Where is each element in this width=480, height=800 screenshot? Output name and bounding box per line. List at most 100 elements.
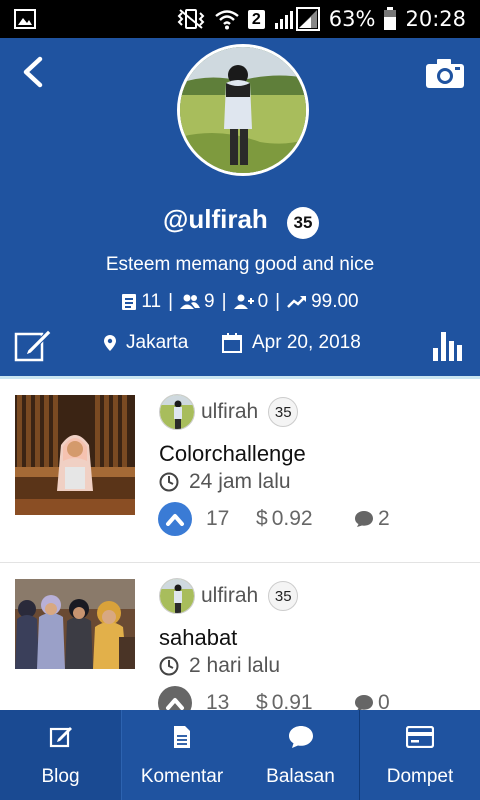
post-title[interactable]: sahabat [159, 625, 237, 651]
payout[interactable]: $ 0.92 [256, 507, 354, 531]
document-icon [174, 726, 190, 748]
profile-stats: 11 | 9 | 0 | 99.00 [0, 291, 480, 313]
comment-count: 0 [378, 691, 390, 710]
post-card[interactable]: ulfirah 35 sahabat 2 hari lalu 13 $ 0.91… [0, 563, 480, 710]
edit-profile-icon[interactable] [14, 328, 52, 362]
author-avatar[interactable] [159, 578, 195, 614]
tab-dompet[interactable]: Dompet [360, 710, 480, 800]
stat-separator: | [275, 291, 281, 312]
posts-stat[interactable]: 11 [121, 291, 161, 313]
post-author[interactable]: ulfirah 35 [159, 393, 299, 431]
reputation-badge: 35 [287, 207, 319, 239]
trending-up-icon [287, 296, 307, 308]
profile-header: @ulfirah 35 Esteem memang good and nice … [0, 38, 480, 376]
payout[interactable]: $ 0.91 [256, 691, 354, 710]
upvote-button[interactable] [158, 502, 192, 536]
post-feed: ulfirah 35 Colorchallenge 24 jam lalu 17 [0, 376, 480, 710]
battery-icon [384, 7, 397, 30]
username-row: @ulfirah 35 [0, 204, 480, 240]
back-arrow-icon[interactable] [18, 56, 48, 88]
bottom-nav: Blog Komentar Balasan Dompet [0, 710, 480, 800]
wifi-icon [215, 10, 239, 30]
joined-date: Apr 20, 2018 [222, 332, 361, 354]
comments[interactable]: 2 [354, 507, 390, 531]
tab-balasan-label: Balasan [266, 766, 335, 787]
post-thumbnail[interactable] [15, 395, 135, 515]
comment-icon [355, 511, 373, 527]
tab-balasan[interactable]: Balasan [242, 710, 360, 800]
followers-icon [180, 294, 201, 309]
stat-separator: | [221, 291, 227, 312]
following-stat[interactable]: 0 [233, 291, 269, 313]
author-reputation: 35 [268, 581, 299, 611]
post-time-text: 2 hari lalu [189, 654, 281, 677]
app-screen: 2 63% 20:28 @ulfirah 35 Esteem memang go… [0, 0, 480, 800]
document-icon [122, 294, 137, 310]
bar-chart-icon[interactable] [432, 328, 466, 362]
dollar-icon: $ [256, 507, 268, 530]
profile-avatar[interactable] [177, 44, 309, 176]
clock: 20:28 [405, 7, 466, 31]
chevron-up-icon [166, 698, 184, 710]
vote-count[interactable]: 17 [206, 507, 256, 531]
location: Jakarta [104, 332, 188, 354]
tab-komentar[interactable]: Komentar [122, 710, 242, 800]
followers-count: 9 [204, 291, 215, 312]
battery-percent: 63% [328, 7, 376, 31]
comment-icon [355, 695, 373, 710]
edit-icon [49, 727, 72, 748]
camera-icon[interactable] [424, 56, 466, 90]
post-image [15, 395, 135, 515]
gallery-notification-icon [14, 9, 36, 29]
clock-icon [159, 656, 179, 676]
vote-count[interactable]: 13 [206, 691, 256, 710]
location-row: Jakarta Apr 20, 2018 [0, 328, 480, 362]
post-author[interactable]: ulfirah 35 [159, 577, 299, 615]
author-avatar[interactable] [159, 394, 195, 430]
location-text: Jakarta [126, 332, 189, 353]
comment-count: 2 [378, 507, 390, 530]
post-thumbnail[interactable] [15, 579, 135, 669]
tab-komentar-label: Komentar [140, 766, 224, 787]
post-image [15, 579, 135, 669]
author-avatar-photo [160, 395, 194, 429]
tab-blog[interactable]: Blog [0, 710, 122, 800]
signal-icon [274, 7, 320, 31]
dollar-icon: $ [256, 691, 268, 710]
posts-count: 11 [141, 291, 162, 312]
status-bar: 2 63% 20:28 [0, 0, 480, 38]
post-timestamp: 24 jam lalu [159, 470, 291, 494]
following-count: 0 [257, 291, 269, 312]
post-actions: 17 $ 0.92 2 [158, 502, 390, 536]
tab-dompet-label: Dompet [386, 766, 454, 787]
clock-icon [159, 472, 179, 492]
comments[interactable]: 0 [354, 691, 390, 710]
credit-card-icon [406, 726, 434, 748]
author-name[interactable]: ulfirah [201, 584, 258, 608]
username: @ulfirah [163, 204, 268, 234]
vibrate-icon [177, 9, 205, 29]
post-title[interactable]: Colorchallenge [159, 441, 306, 467]
post-time-text: 24 jam lalu [189, 470, 291, 493]
profile-photo [180, 47, 306, 173]
followers-stat[interactable]: 9 [180, 291, 215, 313]
post-card[interactable]: ulfirah 35 Colorchallenge 24 jam lalu 17 [0, 379, 480, 563]
post-actions: 13 $ 0.91 0 [158, 686, 390, 710]
sim-badge: 2 [247, 9, 265, 29]
stat-separator: | [168, 291, 174, 312]
add-user-icon [233, 294, 254, 309]
payout-value: 0.91 [271, 691, 313, 710]
payout-value: 0.92 [271, 507, 313, 530]
voting-power-stat: 99.00 [287, 291, 359, 313]
voting-power-value: 99.00 [311, 291, 359, 312]
chat-bubble-icon [288, 726, 313, 748]
author-reputation: 35 [268, 397, 299, 427]
post-timestamp: 2 hari lalu [159, 654, 280, 678]
chevron-up-icon [166, 514, 184, 526]
author-avatar-photo [160, 579, 194, 613]
calendar-icon [222, 333, 242, 353]
author-name[interactable]: ulfirah [201, 400, 258, 424]
upvote-button[interactable] [158, 686, 192, 710]
joined-date-text: Apr 20, 2018 [252, 332, 361, 353]
profile-bio: Esteem memang good and nice [105, 254, 375, 275]
